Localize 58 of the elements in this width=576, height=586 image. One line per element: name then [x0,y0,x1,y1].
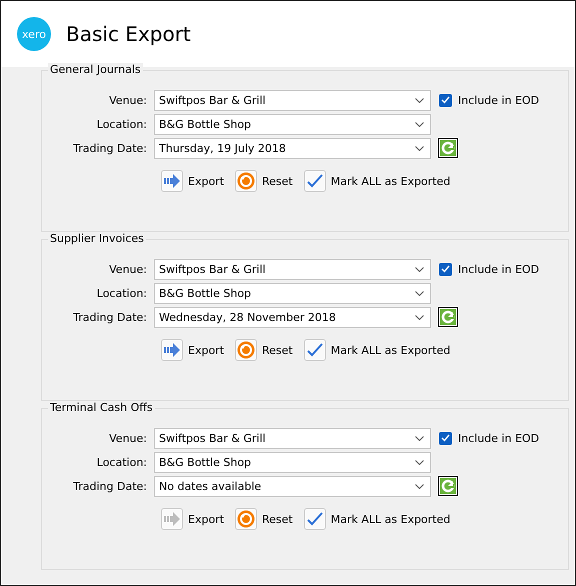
date-dropdown[interactable]: Thursday, 19 July 2018 [154,138,431,158]
arrow-icon [164,512,180,526]
chevron-down-icon [415,484,424,488]
field-label: Venue: [108,94,148,106]
date-dropdown[interactable]: Wednesday, 28 November 2018 [154,306,431,328]
arrow-icon [164,343,180,357]
venue-dropdown[interactable]: Swiftpos Bar & Grill [154,258,431,280]
field-label: Location: [96,118,148,130]
field-label: Trading Date: [72,480,148,492]
reset-icon [237,510,256,528]
export-button[interactable]: Export [161,339,224,361]
mark-button[interactable]: Mark ALL as Exported [304,339,450,361]
arrow-icon [164,174,180,188]
refresh-button[interactable] [438,476,458,496]
field-label: Trading Date: [72,142,148,154]
group-title: Supplier Invoices [48,232,146,245]
chevron-down-icon [415,266,424,272]
location-dropdown[interactable]: B&G Bottle Shop [154,282,431,304]
reset-button[interactable]: Reset [235,508,293,530]
location-dropdown[interactable]: B&G Bottle Shop [154,114,431,134]
reset-icon [237,172,256,190]
reset-button[interactable]: Reset [235,339,293,361]
checkbox[interactable] [439,94,452,106]
checkmark-icon [306,512,323,526]
checkbox[interactable] [439,262,452,276]
window-title: Basic Export [66,22,191,46]
reset-icon [237,341,256,359]
checkmark-icon [306,174,323,188]
location-dropdown[interactable]: B&G Bottle Shop [154,452,431,472]
field-label: Venue: [108,432,148,444]
checkbox[interactable] [439,432,452,444]
chevron-down-icon [415,314,424,320]
venue-dropdown[interactable]: Swiftpos Bar & Grill [154,90,431,110]
field-label: Trading Date: [72,310,148,324]
reset-button[interactable]: Reset [235,170,293,192]
logo: xero [17,17,51,51]
chevron-down-icon [415,122,424,126]
field-label: Location: [96,286,148,300]
field-label: Location: [96,456,148,468]
chevron-down-icon [415,98,424,102]
checkmark-icon [306,343,323,357]
group-title: Terminal Cash Offs [48,401,155,414]
chevron-down-icon [415,290,424,296]
checkbox-label: Include in EOD [458,262,540,276]
checkbox-label: Include in EOD [458,432,540,444]
mark-button[interactable]: Mark ALL as Exported [304,170,450,192]
chevron-down-icon [415,146,424,150]
mark-button[interactable]: Mark ALL as Exported [304,508,450,530]
export-button[interactable]: Export [161,170,224,192]
chevron-down-icon [415,436,424,440]
refresh-button[interactable] [438,307,458,327]
venue-dropdown[interactable]: Swiftpos Bar & Grill [154,428,431,448]
field-label: Venue: [108,262,148,276]
refresh-button[interactable] [438,138,458,158]
group-title: General Journals [48,63,143,76]
date-dropdown[interactable]: No dates available [154,476,431,496]
checkbox-label: Include in EOD [458,94,540,106]
chevron-down-icon [415,460,424,464]
